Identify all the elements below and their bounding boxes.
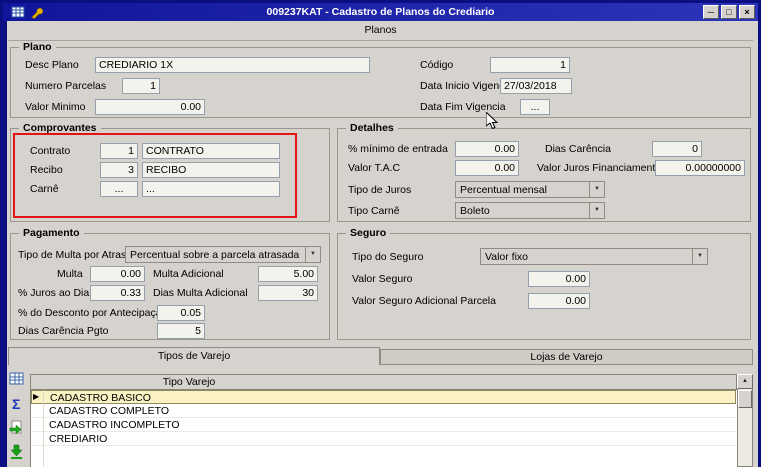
window-title: 009237KAT - Cadastro de Planos do Credia… (266, 6, 495, 18)
chevron-down-icon[interactable]: ▼ (589, 203, 604, 218)
tipo-juros-value: Percentual mensal (460, 184, 547, 196)
codigo-field[interactable]: 1 (490, 57, 570, 73)
annotation-highlight-box (13, 133, 297, 218)
valor-seguro-adicional-field[interactable]: 0.00 (528, 293, 590, 309)
grid-edit-icon[interactable] (9, 371, 27, 389)
grid-header: Tipo Varejo (30, 374, 737, 390)
multa-adicional-label: Multa Adicional (153, 268, 224, 280)
juros-dia-label: % Juros ao Dia (18, 287, 90, 299)
group-pagamento-title: Pagamento (19, 227, 84, 239)
valor-juros-label: Valor Juros Financiamento (537, 162, 662, 174)
app-grid-icon (11, 5, 25, 22)
scrollbar-thumb[interactable] (738, 390, 752, 408)
tipo-carne-label: Tipo Carnê (348, 205, 400, 217)
grid-header-tipo-varejo[interactable]: Tipo Varejo (44, 376, 334, 388)
tipo-seguro-dropdown[interactable]: Valor fixo ▼ (480, 248, 708, 265)
codigo-label: Código (420, 59, 454, 71)
tipo-juros-label: Tipo de Juros (348, 184, 412, 196)
valor-minimo-field[interactable]: 0.00 (95, 99, 205, 115)
tab-planos[interactable]: Planos (0, 24, 761, 36)
table-row[interactable]: CADASTRO INCOMPLETO (31, 418, 736, 432)
row-selector-icon: ▶ (33, 392, 40, 401)
maximize-button[interactable]: □ (721, 5, 737, 19)
arrow-down-last-icon[interactable] (9, 444, 27, 462)
valor-seguro-field[interactable]: 0.00 (528, 271, 590, 287)
minimize-button[interactable]: ─ (703, 5, 719, 19)
valor-seguro-adicional-label: Valor Seguro Adicional Parcela (352, 295, 496, 307)
desconto-field[interactable]: 0.05 (157, 305, 205, 321)
grid-selector-divider (43, 390, 44, 467)
dias-multa-field[interactable]: 30 (258, 285, 318, 301)
tipo-multa-label: Tipo de Multa por Atraso (18, 249, 133, 261)
table-row[interactable]: CADASTRO COMPLETO (31, 404, 736, 418)
multa-field[interactable]: 0.00 (90, 266, 145, 282)
page-divider (8, 40, 753, 41)
dias-carencia-label: Dias Carência (545, 143, 611, 155)
app-window: 009237KAT - Cadastro de Planos do Credia… (0, 0, 761, 467)
juros-dia-field[interactable]: 0.33 (90, 285, 145, 301)
group-seguro-title: Seguro (346, 227, 391, 239)
numero-parcelas-label: Numero Parcelas (25, 80, 107, 92)
export-sheet-icon[interactable] (9, 420, 27, 438)
data-fim-field[interactable]: ... (520, 99, 550, 115)
valor-minimo-label: Valor Minimo (25, 101, 86, 113)
numero-parcelas-field[interactable]: 1 (122, 78, 160, 94)
group-plano-title: Plano (19, 41, 56, 53)
tab-lojas-de-varejo[interactable]: Lojas de Varejo (380, 349, 753, 365)
mouse-cursor (485, 110, 499, 133)
valor-tac-field[interactable]: 0.00 (455, 160, 519, 176)
dias-carencia-pgto-field[interactable]: 5 (157, 323, 205, 339)
table-row[interactable]: CREDIARIO (31, 432, 736, 446)
tipo-carne-dropdown[interactable]: Boleto ▼ (455, 202, 605, 219)
desc-plano-field[interactable]: CREDIARIO 1X (95, 57, 370, 73)
valor-juros-field[interactable]: 0.00000000 (655, 160, 745, 176)
scroll-up-button[interactable]: ▲ (737, 374, 753, 389)
title-bar: 009237KAT - Cadastro de Planos do Credia… (3, 3, 758, 21)
tipo-seguro-label: Tipo do Seguro (352, 251, 424, 263)
dias-multa-label: Dias Multa Adicional (153, 287, 248, 299)
chevron-down-icon[interactable]: ▼ (692, 249, 707, 264)
data-inicio-field[interactable]: 27/03/2018 (500, 78, 572, 94)
min-entrada-label: % mínimo de entrada (348, 143, 448, 155)
tab-tipos-de-varejo[interactable]: Tipos de Varejo (8, 347, 380, 365)
sigma-sum-icon[interactable]: Σ (12, 396, 30, 414)
tipo-seguro-value: Valor fixo (485, 251, 528, 263)
data-inicio-label: Data Inicio Vigencia (420, 80, 513, 92)
close-button[interactable]: × (739, 5, 755, 19)
desconto-label: % do Desconto por Antecipação (18, 307, 168, 319)
multa-adicional-field[interactable]: 5.00 (258, 266, 318, 282)
chevron-down-icon[interactable]: ▼ (305, 247, 320, 262)
dias-carencia-pgto-label: Dias Carência Pgto (18, 325, 109, 337)
wrench-icon (29, 5, 44, 22)
dias-carencia-field[interactable]: 0 (652, 141, 702, 157)
desc-plano-label: Desc Plano (25, 59, 79, 71)
valor-seguro-label: Valor Seguro (352, 273, 413, 285)
tipo-carne-value: Boleto (460, 205, 490, 217)
tipo-multa-value: Percentual sobre a parcela atrasada (130, 249, 300, 261)
tipo-multa-dropdown[interactable]: Percentual sobre a parcela atrasada ▼ (125, 246, 321, 263)
table-row[interactable]: CADASTRO BASICO (31, 390, 736, 404)
min-entrada-field[interactable]: 0.00 (455, 141, 519, 157)
multa-label: Multa (57, 268, 83, 280)
valor-tac-label: Valor T.A.C (348, 162, 401, 174)
group-detalhes-title: Detalhes (346, 122, 398, 134)
chevron-down-icon[interactable]: ▼ (589, 182, 604, 197)
tipo-juros-dropdown[interactable]: Percentual mensal ▼ (455, 181, 605, 198)
